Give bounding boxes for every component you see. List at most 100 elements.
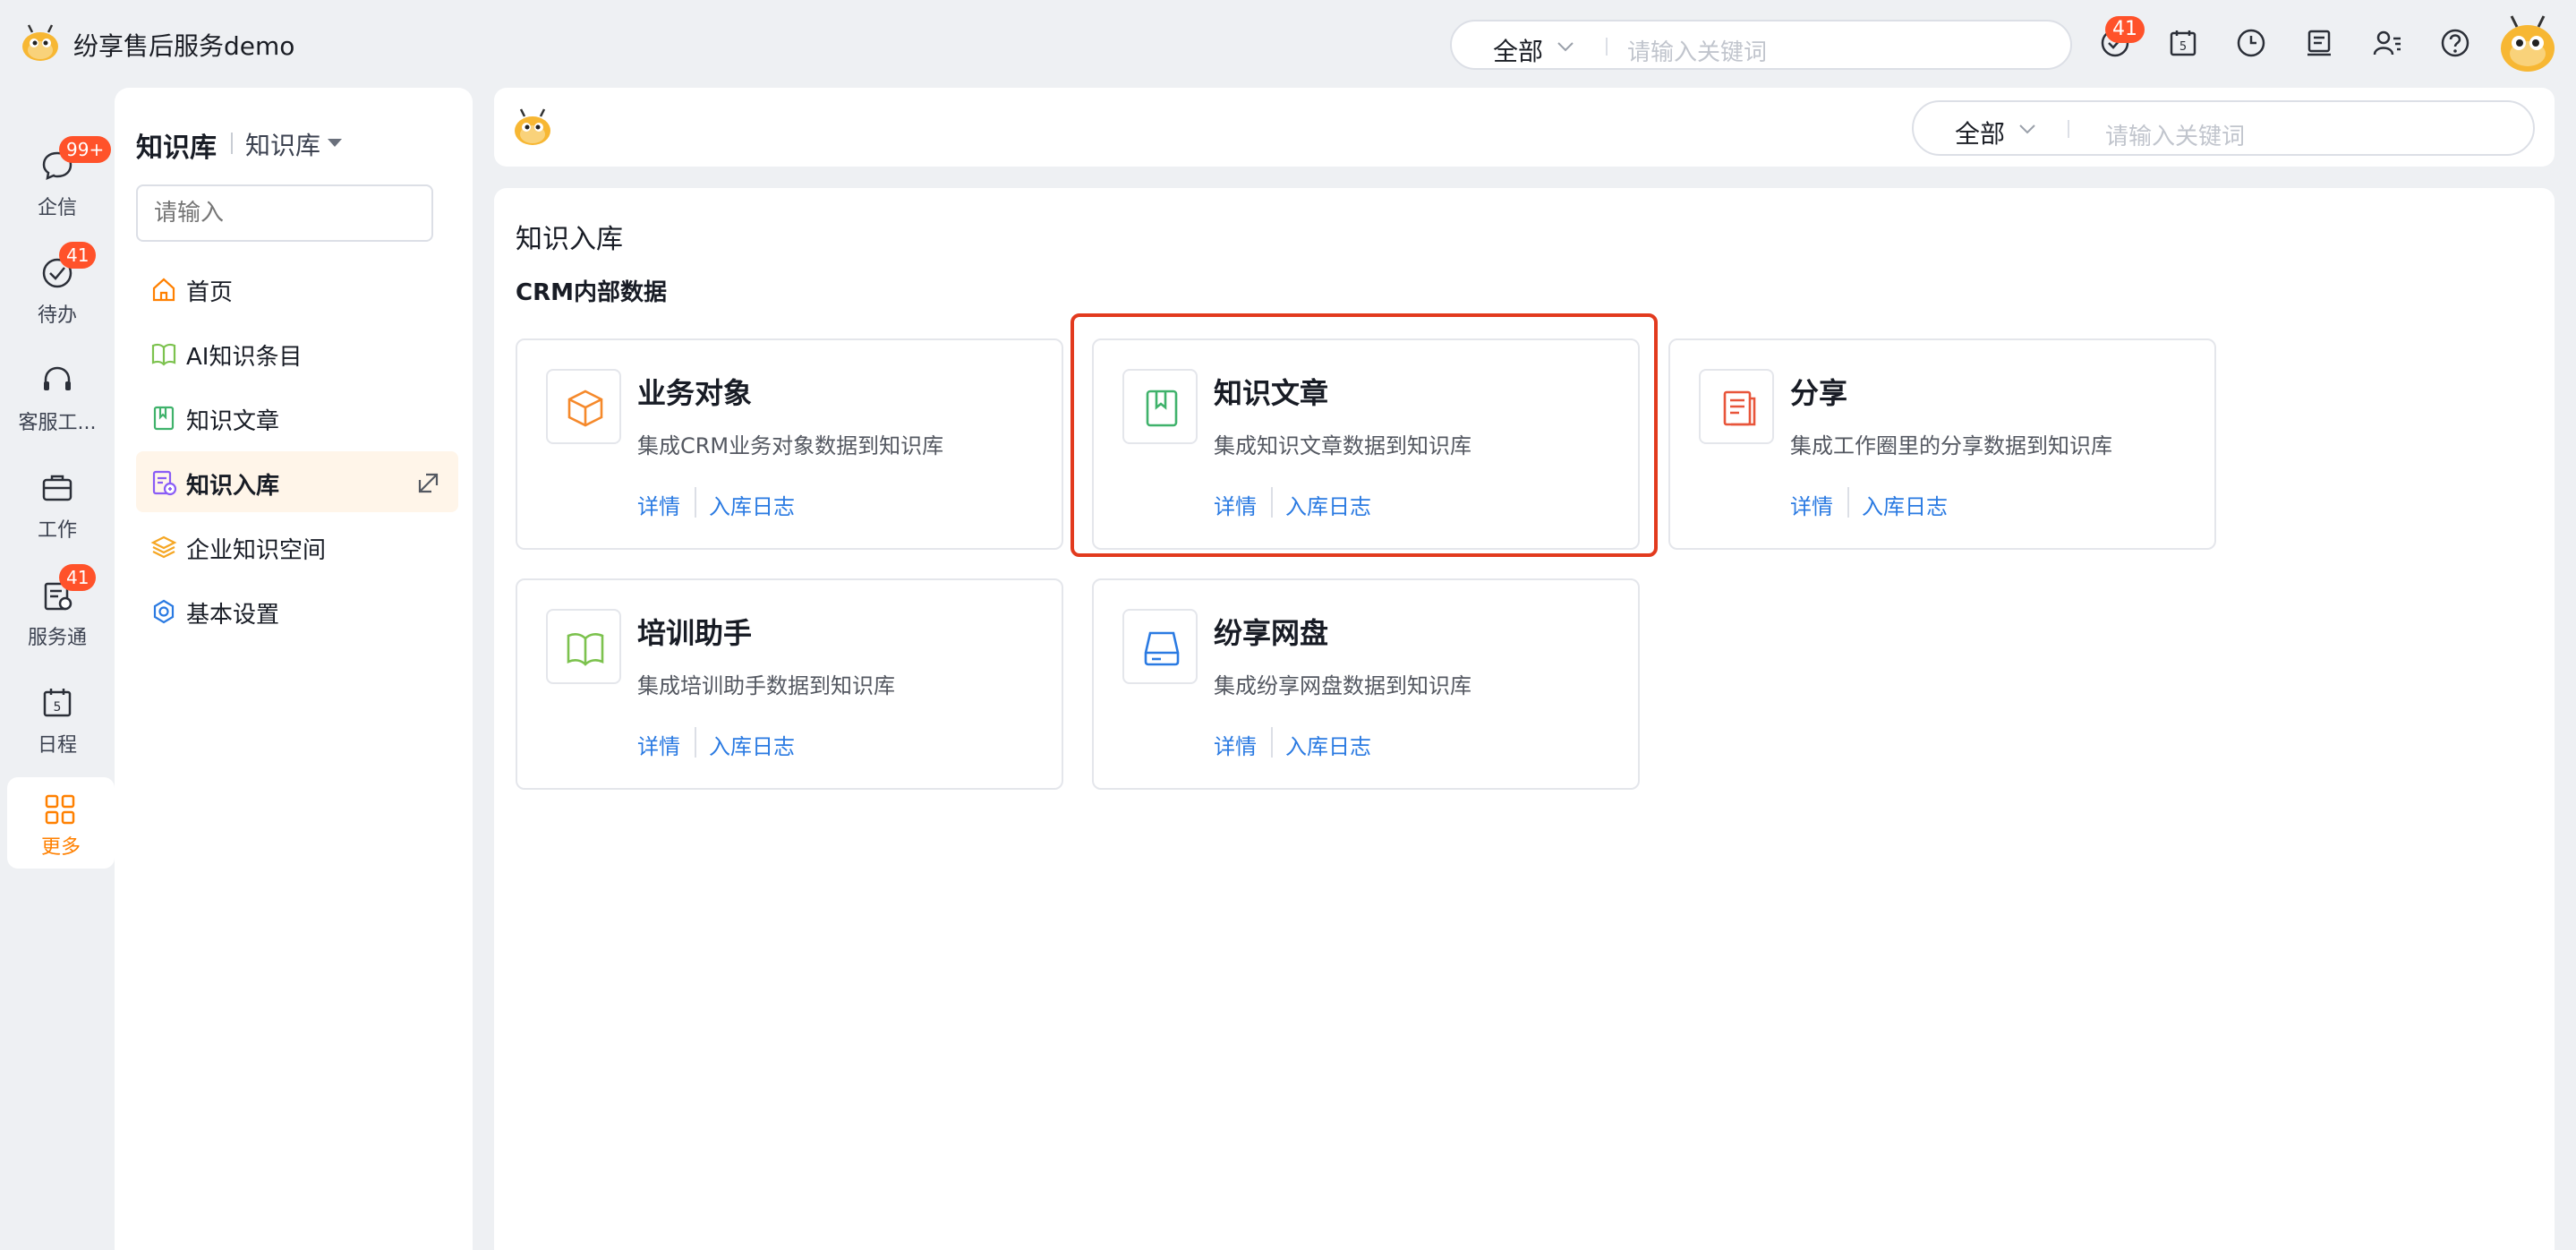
headset-icon (44, 366, 71, 390)
card-share[interactable]: 分享 集成工作圈里的分享数据到知识库 详情 入库日志 (1668, 338, 2216, 550)
search-divider (2068, 120, 2069, 138)
card-icon-box (1122, 369, 1198, 444)
details-link[interactable]: 详情 (1214, 729, 1257, 760)
sidenav-title: 知识库 (136, 133, 217, 164)
cube-icon (567, 390, 603, 427)
card-training-assistant[interactable]: 培训助手 集成培训助手数据到知识库 详情 入库日志 (516, 578, 1063, 790)
calendar-icon[interactable]: 5 (2168, 28, 2198, 58)
card-description: 集成CRM业务对象数据到知识库 (637, 433, 944, 458)
link-divider (1271, 487, 1273, 518)
open-book-icon (567, 633, 604, 666)
nav-item-enterprise-space[interactable]: 企业知识空间 (136, 516, 458, 577)
rail-item-more[interactable]: 更多 (7, 777, 115, 869)
layers-icon (150, 535, 177, 559)
content-panel: 知识入库 CRM内部数据 业务对象 集成CRM业务对象数据到知识库 详情 入库日… (494, 188, 2555, 1250)
contacts-icon[interactable] (2372, 28, 2402, 58)
import-log-link[interactable]: 入库日志 (1285, 489, 1371, 520)
details-link[interactable]: 详情 (637, 489, 680, 520)
sidenav-subtitle-select[interactable]: 知识库 (245, 126, 320, 162)
card-netdisk[interactable]: 纷享网盘 集成纷享网盘数据到知识库 详情 入库日志 (1092, 578, 1640, 790)
nav-item-ai-knowledge[interactable]: AI知识条目 (136, 322, 458, 383)
nav-item-label: 知识入库 (186, 473, 280, 500)
user-avatar[interactable] (2497, 13, 2558, 73)
card-icon-box (546, 609, 621, 684)
link-divider (1271, 727, 1273, 758)
rail-item-service[interactable]: 41 服务通 (0, 564, 115, 666)
app-title: 纷享售后服务demo (73, 31, 295, 61)
top-bar: 纷享售后服务demo 全部 请输入关键词 41 5 (0, 0, 2576, 86)
nav-item-label: 首页 (186, 279, 234, 306)
nav-item-label: 基本设置 (186, 602, 280, 629)
service-badge: 41 (59, 564, 97, 591)
grid-apps-icon (45, 794, 75, 825)
page-title: 知识入库 (516, 224, 623, 255)
global-search-input[interactable]: 请输入关键词 (1627, 34, 1767, 67)
messages-badge: 99+ (59, 136, 112, 163)
search-scope-select[interactable]: 全部 (1955, 115, 2005, 150)
sidenav-search-input[interactable] (136, 184, 433, 242)
rail-item-label: 客服工... (18, 412, 97, 434)
card-knowledge-article[interactable]: 知识文章 集成知识文章数据到知识库 详情 入库日志 (1092, 338, 1640, 550)
import-doc-icon (152, 470, 177, 496)
card-description: 集成培训助手数据到知识库 (637, 673, 895, 698)
nav-item-articles[interactable]: 知识文章 (136, 387, 458, 448)
card-icon-box (546, 369, 621, 444)
details-link[interactable]: 详情 (1214, 489, 1257, 520)
card-title: 培训助手 (637, 616, 753, 650)
details-link[interactable]: 详情 (637, 729, 680, 760)
clock-icon[interactable] (2236, 28, 2266, 58)
chevron-down-icon[interactable] (1556, 39, 1575, 54)
todo-badge: 41 (59, 242, 97, 269)
import-log-link[interactable]: 入库日志 (1285, 729, 1371, 760)
rail-item-schedule[interactable]: 5 日程 (0, 673, 115, 774)
import-log-link[interactable]: 入库日志 (1862, 489, 1948, 520)
card-title: 知识文章 (1214, 376, 1329, 410)
card-title: 纷享网盘 (1214, 616, 1329, 650)
svg-text:5: 5 (2179, 40, 2187, 54)
chevron-down-icon[interactable] (2017, 122, 2037, 136)
global-search-bar[interactable]: 全部 请输入关键词 (1450, 20, 2072, 70)
details-link[interactable]: 详情 (1790, 489, 1833, 520)
help-icon[interactable] (2440, 28, 2470, 58)
nav-item-settings[interactable]: 基本设置 (136, 580, 458, 641)
todo-badge: 41 (2105, 16, 2145, 43)
briefcase-icon (42, 475, 73, 501)
card-icon-box (1122, 609, 1198, 684)
nav-item-knowledge-import[interactable]: 知识入库 (136, 451, 458, 512)
rail-item-label: 服务通 (27, 627, 87, 649)
card-business-object[interactable]: 业务对象 集成CRM业务对象数据到知识库 详情 入库日志 (516, 338, 1063, 550)
caret-down-icon[interactable] (326, 138, 344, 149)
link-divider (695, 487, 696, 518)
nav-item-label: 知识文章 (186, 408, 280, 435)
section-title: CRM内部数据 (516, 279, 667, 306)
article-icon (1146, 390, 1178, 427)
search-scope-select[interactable]: 全部 (1493, 32, 1543, 68)
home-icon (152, 278, 175, 302)
calendar-day: 5 (54, 700, 62, 715)
main-header: 全部 请输入关键词 (494, 88, 2555, 167)
rail-item-work[interactable]: 工作 (0, 458, 115, 559)
main-search-input[interactable]: 请输入关键词 (2105, 118, 2245, 151)
rail-item-label: 日程 (37, 734, 77, 757)
rail-item-todo[interactable]: 41 待办 (0, 242, 115, 344)
open-external-icon[interactable] (417, 471, 440, 494)
main-search-bar[interactable]: 全部 请输入关键词 (1912, 100, 2535, 156)
nav-item-home[interactable]: 首页 (136, 258, 458, 319)
hard-drive-icon (1144, 631, 1180, 666)
rail-item-label: 更多 (40, 836, 81, 859)
rail-item-messages[interactable]: 99+ 企信 (0, 136, 115, 236)
rail-item-label: 工作 (37, 519, 77, 542)
article-icon (153, 406, 175, 431)
open-book-icon (151, 343, 176, 366)
calendar-icon: 5 (43, 689, 72, 717)
rail-item-customer-service[interactable]: 客服工... (0, 351, 115, 451)
import-log-link[interactable]: 入库日志 (709, 729, 795, 760)
bee-logo-icon (515, 108, 550, 145)
card-description: 集成知识文章数据到知识库 (1214, 433, 1471, 458)
rail-item-label: 待办 (37, 304, 77, 327)
import-log-link[interactable]: 入库日志 (709, 489, 795, 520)
report-icon[interactable] (2304, 28, 2334, 58)
card-title: 分享 (1790, 376, 1848, 410)
nav-item-label: AI知识条目 (186, 344, 303, 371)
card-description: 集成纷享网盘数据到知识库 (1214, 673, 1471, 698)
